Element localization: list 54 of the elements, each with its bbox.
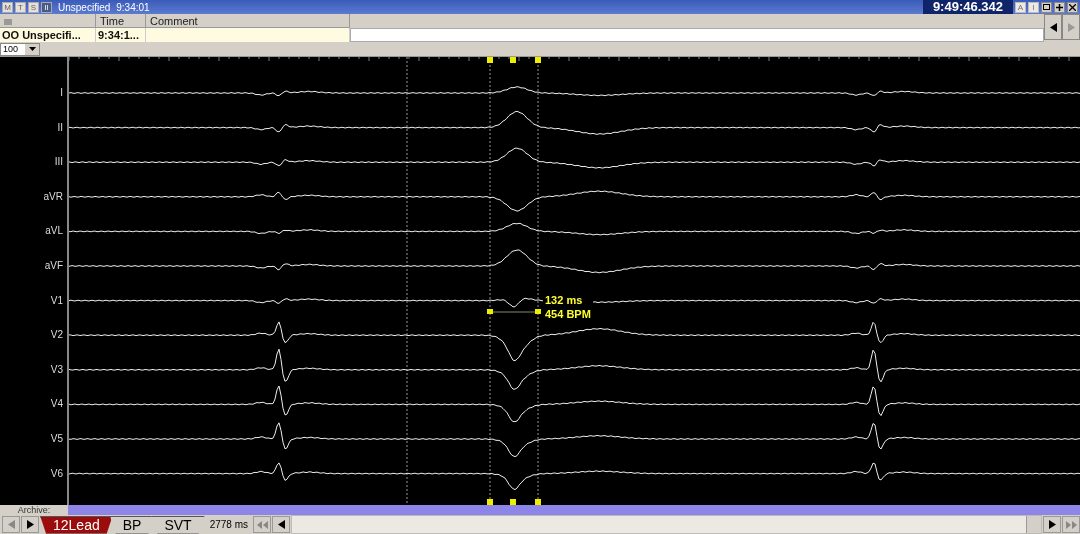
interval-reading: 132 ms xyxy=(545,293,584,307)
left-arrow-icon xyxy=(1049,22,1057,32)
restore-button[interactable] xyxy=(1041,1,1052,13)
view-tab[interactable]: 12Lead xyxy=(40,515,113,534)
mode-button[interactable]: M xyxy=(2,1,13,13)
lead-label: aVL xyxy=(44,224,64,239)
previous-button[interactable] xyxy=(1044,14,1062,40)
clock: 9:49:46.342 xyxy=(922,0,1013,14)
lead-label: V2 xyxy=(49,328,64,343)
fast-forward-icon xyxy=(1065,520,1077,529)
lead-label: I xyxy=(59,86,64,100)
episode-time: 9:34:01 xyxy=(116,1,150,13)
next-tab-button[interactable] xyxy=(21,516,39,533)
right-arrow-icon xyxy=(26,520,34,529)
lead-label: III xyxy=(53,155,64,170)
gain-dropdown[interactable]: 100 xyxy=(0,42,40,56)
duration-label: 2778 ms xyxy=(209,519,248,530)
cursor-line[interactable] xyxy=(406,57,408,505)
lead-label: aVR xyxy=(42,189,64,204)
rate-reading: 454 BPM xyxy=(545,307,591,321)
close-icon xyxy=(1069,3,1076,11)
column-header[interactable]: Comment xyxy=(146,14,350,28)
right-arrow-icon xyxy=(1048,520,1056,529)
small-grid-icon xyxy=(4,19,12,25)
comment-field[interactable] xyxy=(350,28,1044,42)
table-cell: 9:34:1... xyxy=(96,28,146,42)
step-forward-button[interactable] xyxy=(1043,516,1061,533)
scrollbar[interactable] xyxy=(291,515,1042,534)
step-back-button[interactable] xyxy=(272,516,290,533)
left-arrow-icon xyxy=(7,520,15,529)
lead-label: V6 xyxy=(49,466,64,481)
rewind-icon xyxy=(256,520,268,529)
square-icon xyxy=(1043,4,1050,10)
left-arrow-icon xyxy=(277,520,285,529)
mode-button[interactable]: T xyxy=(15,1,26,13)
right-arrow-icon xyxy=(1067,22,1075,32)
view-tab[interactable]: SVT xyxy=(151,515,205,534)
lead-label: aVF xyxy=(43,258,64,273)
lead-label: V3 xyxy=(49,362,64,377)
close-button[interactable] xyxy=(1067,1,1078,13)
episode-title: Unspecified xyxy=(58,1,111,13)
move-button[interactable] xyxy=(1054,1,1065,13)
caliper-drawing[interactable] xyxy=(487,57,541,505)
lead-label: II xyxy=(56,120,64,135)
mode-button[interactable]: S xyxy=(28,1,39,13)
move-icon xyxy=(1056,3,1063,11)
caret-icon xyxy=(28,47,36,51)
view-tab[interactable]: BP xyxy=(109,515,155,534)
lead-label: V5 xyxy=(49,431,64,446)
lead-label: V4 xyxy=(49,397,64,412)
column-header[interactable]: Time xyxy=(96,14,146,28)
lead-label: V1 xyxy=(49,293,64,308)
mode-button[interactable]: II xyxy=(41,1,52,13)
table-cell: OO Unspecifi... xyxy=(0,28,96,42)
